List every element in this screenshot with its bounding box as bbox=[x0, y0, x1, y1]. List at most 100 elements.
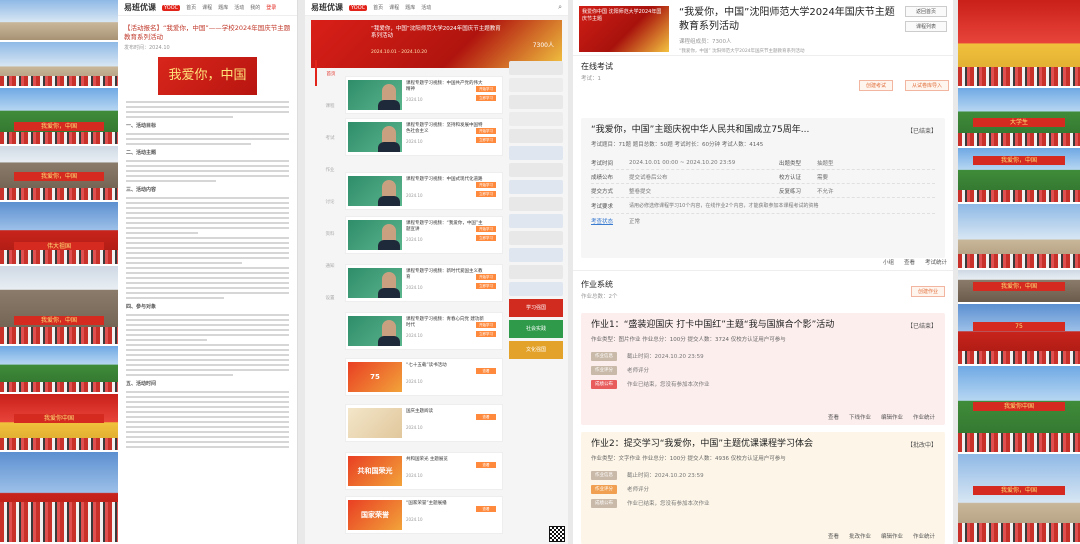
sidebar-item-homework[interactable]: 作业 bbox=[315, 156, 345, 182]
homework-title[interactable]: 作业2：提交学习“我爱你，中国”主题优课课程学习体会 bbox=[591, 438, 935, 450]
course-item-title[interactable]: 共和国荣光 主题展览 bbox=[406, 457, 486, 463]
start-learning-button[interactable]: 开始学习 bbox=[476, 274, 496, 280]
learn-now-button[interactable]: 立即学习 bbox=[476, 235, 496, 241]
edit-link[interactable]: 编辑作业 bbox=[881, 532, 903, 540]
course-item[interactable]: 课程专题学习视频：青春心向党 建功新时代 2024.10 开始学习 立即学习 bbox=[345, 312, 503, 350]
course-item[interactable]: 课程专题学习视频：坚持和发展中国特色社会主义 2024.10 开始学习 立即学习 bbox=[345, 118, 503, 156]
video-thumbnail bbox=[348, 220, 402, 250]
homework-title[interactable]: 作业1：“盛装迎国庆 打卡中国红”主题“我与国旗合个影”活动 bbox=[591, 319, 935, 331]
sidebar-item-notice[interactable]: 通知 bbox=[315, 252, 345, 278]
homework-result: 作业已结束，您没有参加本次作业 bbox=[627, 382, 710, 388]
course-item-title[interactable]: 课程专题学习视频：青春心向党 建功新时代 bbox=[406, 317, 486, 329]
course-cover: 我爱你中国 沈阳师范大学2024年国庆节主题 bbox=[579, 6, 669, 52]
homework-card: 作业1：“盛装迎国庆 打卡中国红”主题“我与国旗合个影”活动 【已结束】 作业类… bbox=[581, 313, 945, 425]
photo: 我爱你中国 bbox=[958, 366, 1080, 454]
ad-banner[interactable]: 学习强国 bbox=[509, 299, 563, 317]
start-learning-button[interactable]: 开始学习 bbox=[476, 226, 496, 232]
course-item-title[interactable]: 课程专题学习视频：坚持和发展中国特色社会主义 bbox=[406, 123, 486, 135]
sidebar-item-course[interactable]: 课程 bbox=[315, 92, 345, 118]
group-link[interactable]: 小组 bbox=[883, 258, 894, 266]
start-learning-button[interactable]: 开始学习 bbox=[476, 322, 496, 328]
ad-banner[interactable]: 社会实践 bbox=[509, 320, 563, 338]
nav-course[interactable]: 课程 bbox=[389, 4, 399, 11]
edit-link[interactable]: 编辑作业 bbox=[881, 413, 903, 421]
stats-link[interactable]: 作业统计 bbox=[913, 532, 935, 540]
start-learning-button[interactable]: 开始学习 bbox=[476, 86, 496, 92]
homework-card: 作业2：提交学习“我爱你，中国”主题优课课程学习体会 【批改中】 作业类型：文字… bbox=[581, 432, 945, 544]
sidebar-item-resources[interactable]: 资料 bbox=[315, 220, 345, 246]
course-item-title[interactable]: 课程专题学习视频：中国共产党的伟大精神 bbox=[406, 81, 486, 93]
photo-banner: 75 bbox=[972, 322, 1066, 331]
ad-banner[interactable]: 文化强国 bbox=[509, 341, 563, 359]
photo-banner: 我爱你，中国 bbox=[14, 172, 104, 181]
learn-now-button[interactable]: 立即学习 bbox=[476, 331, 496, 337]
course-item[interactable]: 75 “七十五载”读书活动 2024.10 查看 bbox=[345, 358, 503, 396]
course-item-title[interactable]: 课程专题学习视频：中国式现代化道路 bbox=[406, 177, 486, 183]
course-item-title[interactable]: “七十五载”读书活动 bbox=[406, 363, 486, 369]
start-learning-button[interactable]: 查看 bbox=[476, 414, 496, 420]
course-item-title[interactable]: 课程专题学习视频：新时代爱国主义教育 bbox=[406, 269, 486, 281]
learn-now-button[interactable]: 立即学习 bbox=[476, 137, 496, 143]
nav-mine[interactable]: 我的 bbox=[250, 4, 260, 11]
sidebar-item-discussion[interactable]: 讨论 bbox=[315, 188, 345, 214]
nav-activity[interactable]: 活动 bbox=[421, 4, 431, 11]
grade-link[interactable]: 批改作业 bbox=[849, 532, 871, 540]
photo: 我爱你，中国 bbox=[0, 88, 118, 146]
nav-course[interactable]: 课程 bbox=[202, 4, 212, 11]
exam-title[interactable]: “我爱你，中国”主题庆祝中华人民共和国成立75周年... bbox=[591, 124, 935, 136]
course-item-title[interactable]: 课程专题学习视频：“我爱你，中国”主题宣讲 bbox=[406, 221, 486, 233]
nav-bank[interactable]: 题库 bbox=[405, 4, 415, 11]
course-title: “我爱你，中国”沈阳师范大学2024年国庆节主题教育系列活动 bbox=[679, 7, 895, 32]
course-item[interactable]: 课程专题学习视频：“我爱你，中国”主题宣讲 2024.10 开始学习 立即学习 bbox=[345, 216, 503, 254]
start-learning-button[interactable]: 查看 bbox=[476, 368, 496, 374]
start-learning-button[interactable]: 查看 bbox=[476, 462, 496, 468]
sidebar-item-exam[interactable]: 考试 bbox=[315, 124, 345, 150]
learn-now-button[interactable]: 立即学习 bbox=[476, 283, 496, 289]
homework-count: 作业总数：2个 bbox=[581, 294, 618, 300]
back-home-button[interactable]: 返回首页 bbox=[905, 6, 947, 17]
article-title: 【活动报名】“我爱你，中国”——学校2024年国庆节主题教育系列活动 bbox=[124, 24, 291, 41]
view-link[interactable]: 查看 bbox=[828, 532, 839, 540]
sidebar-item-home[interactable]: 首页 bbox=[315, 60, 345, 86]
nav-login[interactable]: 登录 bbox=[266, 4, 276, 11]
start-learning-button[interactable]: 查看 bbox=[476, 506, 496, 512]
import-exam-button[interactable]: 从试卷库导入 bbox=[905, 80, 950, 91]
logo-tag: YOOC bbox=[349, 4, 368, 11]
course-item[interactable]: 国庆主题阅读 2024.10 查看 bbox=[345, 404, 503, 442]
photo-banner: 我爱你，中国 bbox=[14, 316, 104, 325]
view-link[interactable]: 查看 bbox=[828, 413, 839, 421]
course-item-title[interactable]: “国家荣誉”主题展播 bbox=[406, 501, 486, 507]
start-learning-button[interactable]: 开始学习 bbox=[476, 182, 496, 188]
sidebar-item-settings[interactable]: 设置 bbox=[315, 284, 345, 310]
site-logo[interactable]: 易班优课 bbox=[124, 2, 156, 13]
view-link[interactable]: 查看 bbox=[904, 258, 915, 266]
exam-stats-link[interactable]: 考试统计 bbox=[925, 258, 947, 266]
nav-home[interactable]: 首页 bbox=[186, 4, 196, 11]
article-topbar: 易班优课 YOOC 首页 课程 题库 活动 我的 登录 bbox=[118, 0, 297, 16]
offline-link[interactable]: 下线作业 bbox=[849, 413, 871, 421]
course-list-button[interactable]: 课程列表 bbox=[905, 21, 947, 32]
course-item-meta: 2024.10 bbox=[406, 97, 423, 102]
course-hero-count: 7300人 bbox=[532, 42, 554, 49]
create-exam-button[interactable]: 创建考试 bbox=[859, 80, 894, 91]
course-item[interactable]: 课程专题学习视频：中国式现代化道路 2024.10 开始学习 立即学习 bbox=[345, 172, 503, 210]
nav-activity[interactable]: 活动 bbox=[234, 4, 244, 11]
course-item-title[interactable]: 国庆主题阅读 bbox=[406, 409, 486, 415]
start-learning-button[interactable]: 开始学习 bbox=[476, 128, 496, 134]
course-item[interactable]: 课程专题学习视频：中国共产党的伟大精神 2024.10 开始学习立即学习 bbox=[345, 76, 503, 114]
nav-home[interactable]: 首页 bbox=[373, 4, 383, 11]
search-icon[interactable]: ⌕ bbox=[558, 3, 562, 12]
course-item-meta: 2024.10 bbox=[406, 517, 423, 522]
learn-now-button[interactable]: 立即学习 bbox=[476, 191, 496, 197]
course-item[interactable]: 课程专题学习视频：新时代爱国主义教育 2024.10 开始学习 立即学习 bbox=[345, 264, 503, 302]
left-photo-strip: 我爱你，中国 我爱你，中国 伟大祖国 我爱你，中国 我爱你中国 bbox=[0, 0, 118, 544]
site-logo[interactable]: 易班优课 bbox=[311, 2, 343, 13]
course-item[interactable]: 国家荣誉 “国家荣誉”主题展播 2024.10 查看 bbox=[345, 496, 503, 534]
course-item[interactable]: 共和国荣光 共和国荣光 主题展览 2024.10 查看 bbox=[345, 452, 503, 490]
learn-now-button[interactable]: 立即学习 bbox=[476, 95, 496, 101]
photo bbox=[0, 346, 118, 394]
stats-link[interactable]: 作业统计 bbox=[913, 413, 935, 421]
create-homework-button[interactable]: 创建作业 bbox=[911, 286, 946, 297]
course-sidebar: 首页 课程 考试 作业 讨论 资料 通知 设置 bbox=[315, 60, 345, 316]
nav-bank[interactable]: 题库 bbox=[218, 4, 228, 11]
